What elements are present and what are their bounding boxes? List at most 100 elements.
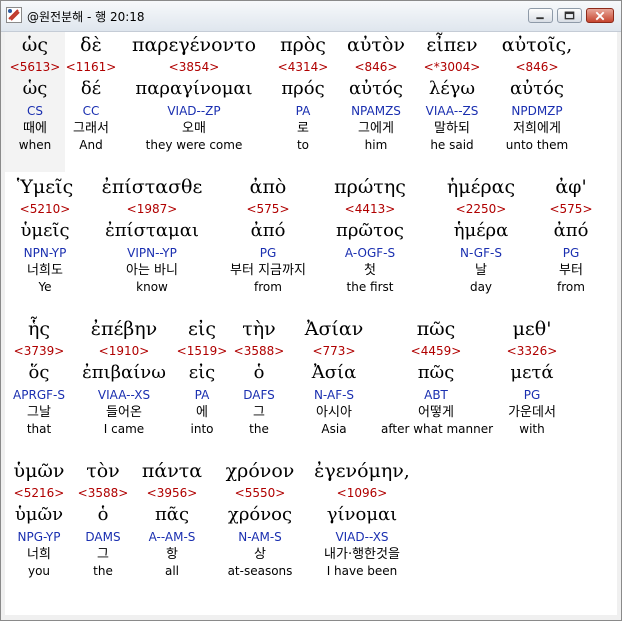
word-column[interactable]: πάντα <3956> πᾶς A--AM-S 항 all <box>135 458 209 579</box>
strong-number: <5216> <box>13 486 65 500</box>
lemma: αὐτός <box>349 78 403 99</box>
word-column[interactable]: πρὸς <4314> πρός PA 로 to <box>271 32 335 153</box>
word-column[interactable]: ἧς <3739> ὅς APRGF-S 그날 that <box>5 316 73 437</box>
word-column[interactable]: τὴν <3588> ὁ DAFS 그 the <box>231 316 287 437</box>
word-column[interactable]: πῶς <4459> πῶς ABT 어떻게 after what manner <box>381 316 493 437</box>
word-column[interactable]: ὡς <5613> ὡς CS 때에 when <box>5 32 65 172</box>
greek-word: πῶς <box>416 318 456 340</box>
parse-code: VIAD--ZP <box>167 104 221 118</box>
word-column[interactable]: ἀπὸ <575> ἀπό PG 부터 지금까지 from <box>217 174 319 295</box>
strong-number: <3739> <box>13 344 65 358</box>
korean-gloss: 첫 <box>364 263 376 278</box>
lemma: λέγω <box>428 78 476 99</box>
strong-number: <1161> <box>65 60 117 74</box>
word-column[interactable]: πρώτης <4413> πρῶτος A-OGF-S 첫 the first <box>321 174 419 295</box>
word-column[interactable]: αὐτοῖς, <846> αὐτός NPDMZP 저희에게 unto the… <box>491 32 583 153</box>
lemma: Ἀσία <box>311 362 357 383</box>
word-column[interactable]: ἀφ' <575> ἀπό PG 부터 from <box>543 174 599 295</box>
word-column[interactable]: εἰς <1519> εἰς PA 에 into <box>175 316 229 437</box>
lemma: χρόνος <box>227 504 293 525</box>
korean-gloss: 아시아 <box>316 405 352 420</box>
strong-number: <3326> <box>506 344 558 358</box>
greek-word: μεθ' <box>512 318 552 340</box>
word-column[interactable]: τὸν <3588> ὁ DAMS 그 the <box>75 458 131 579</box>
english-gloss: I have been <box>326 564 398 578</box>
english-gloss: the <box>249 422 269 436</box>
korean-gloss: 저희에게 <box>513 121 561 136</box>
word-column[interactable]: εἶπεν <*3004> λέγω VIAA--ZS 말하되 he said <box>415 32 489 153</box>
close-button[interactable] <box>586 8 614 23</box>
word-column[interactable]: Ἀσίαν <773> Ἀσία N-AF-S 아시아 Asia <box>289 316 379 437</box>
word-column[interactable]: ἐγενόμην, <1096> γίνομαι VIAD--XS 내가·행한것… <box>305 458 419 579</box>
korean-gloss: 그날 <box>27 405 51 420</box>
english-gloss: know <box>136 280 168 294</box>
greek-word: τὴν <box>242 318 276 340</box>
greek-word: ἀπὸ <box>249 176 287 198</box>
lemma: μετά <box>510 362 554 383</box>
lemma: πῶς <box>417 362 455 383</box>
english-gloss: into <box>190 422 214 436</box>
title-bar[interactable]: @원전분해 - 행 20:18 <box>1 1 621 32</box>
maximize-button[interactable] <box>557 8 582 23</box>
greek-word: ἡμέρας <box>446 176 516 198</box>
word-column[interactable]: Ὑμεῖς <5210> ὑμεῖς NPN-YP 너희도 Ye <box>5 174 85 295</box>
english-gloss: with <box>519 422 545 436</box>
lemma: ὑμῶν <box>14 504 64 525</box>
word-column[interactable]: δὲ <1161> δέ CC 그래서 And <box>65 32 117 153</box>
english-gloss: you <box>27 564 51 578</box>
minimize-button[interactable] <box>528 8 553 23</box>
korean-gloss: 그에게 <box>358 121 394 136</box>
korean-gloss: 항 <box>166 547 178 562</box>
english-gloss: to <box>296 138 310 152</box>
lemma: ὡς <box>22 78 48 99</box>
parse-code: NPDMZP <box>511 104 563 118</box>
lemma: αὐτός <box>510 78 564 99</box>
word-column[interactable]: ὑμῶν <5216> ὑμῶν NPG-YP 너희 you <box>5 458 73 579</box>
greek-word: ἐγενόμην, <box>314 460 410 482</box>
greek-word: αὐτὸν <box>347 34 405 56</box>
greek-word: χρόνον <box>225 460 295 482</box>
parse-code: PA <box>295 104 311 118</box>
korean-gloss: 로 <box>297 121 309 136</box>
greek-word: ἀφ' <box>555 176 587 198</box>
parse-code: VIAD--XS <box>335 530 389 544</box>
greek-word: Ὑμεῖς <box>16 176 74 198</box>
word-column[interactable]: μεθ' <3326> μετά PG 가운데서 with <box>497 316 567 437</box>
lemma: ὅς <box>28 362 50 383</box>
lemma: ἀπό <box>553 220 589 241</box>
strong-number: <846> <box>354 60 398 74</box>
word-column[interactable]: ἡμέρας <2250> ἡμέρα N-GF-S 날 day <box>431 174 531 295</box>
lemma: ὑμεῖς <box>20 220 70 241</box>
parse-code: N-GF-S <box>460 246 502 260</box>
greek-word: πρώτης <box>334 176 406 198</box>
greek-word: πρὸς <box>280 34 326 56</box>
strong-number: <1987> <box>126 202 178 216</box>
parse-code: DAFS <box>243 388 275 402</box>
korean-gloss: 아는 바니 <box>126 263 178 278</box>
korean-gloss: 에 <box>196 405 208 420</box>
word-column[interactable]: παρεγένοντο <3854> παραγίνομαι VIAD--ZP … <box>122 32 266 153</box>
lemma: ἡμέρα <box>453 220 509 241</box>
word-column[interactable]: ἐπέβην <1910> ἐπιβαίνω VIAA--XS 들어온 I ca… <box>75 316 173 437</box>
strong-number: <1910> <box>98 344 150 358</box>
word-column[interactable]: αὐτὸν <846> αὐτός NPAMZS 그에게 him <box>339 32 413 153</box>
word-column[interactable]: ἐπίστασθε <1987> ἐπίσταμαι VIPN--YP 아는 바… <box>87 174 217 295</box>
strong-number: <4413> <box>344 202 396 216</box>
interlinear-content: ὡς <5613> ὡς CS 때에 when δὲ <1161> δέ CC … <box>5 32 617 615</box>
strong-number: <1519> <box>176 344 228 358</box>
lemma: παραγίνομαι <box>135 78 253 99</box>
english-gloss: unto them <box>505 138 569 152</box>
parse-code: A--AM-S <box>148 530 196 544</box>
parse-code: VIAA--ZS <box>425 104 479 118</box>
lemma: γίνομαι <box>326 504 398 525</box>
word-column[interactable]: χρόνον <5550> χρόνος N-AM-S 상 at-seasons <box>217 458 303 579</box>
minimize-icon <box>536 17 544 20</box>
lemma: δέ <box>80 78 102 99</box>
greek-word: ὡς <box>21 34 49 56</box>
parse-code: NPAMZS <box>351 104 401 118</box>
english-gloss: from <box>557 280 585 294</box>
maximize-icon <box>564 11 575 20</box>
greek-word: δὲ <box>80 34 102 56</box>
english-gloss: Ye <box>38 280 52 294</box>
parse-code: VIAA--XS <box>97 388 151 402</box>
